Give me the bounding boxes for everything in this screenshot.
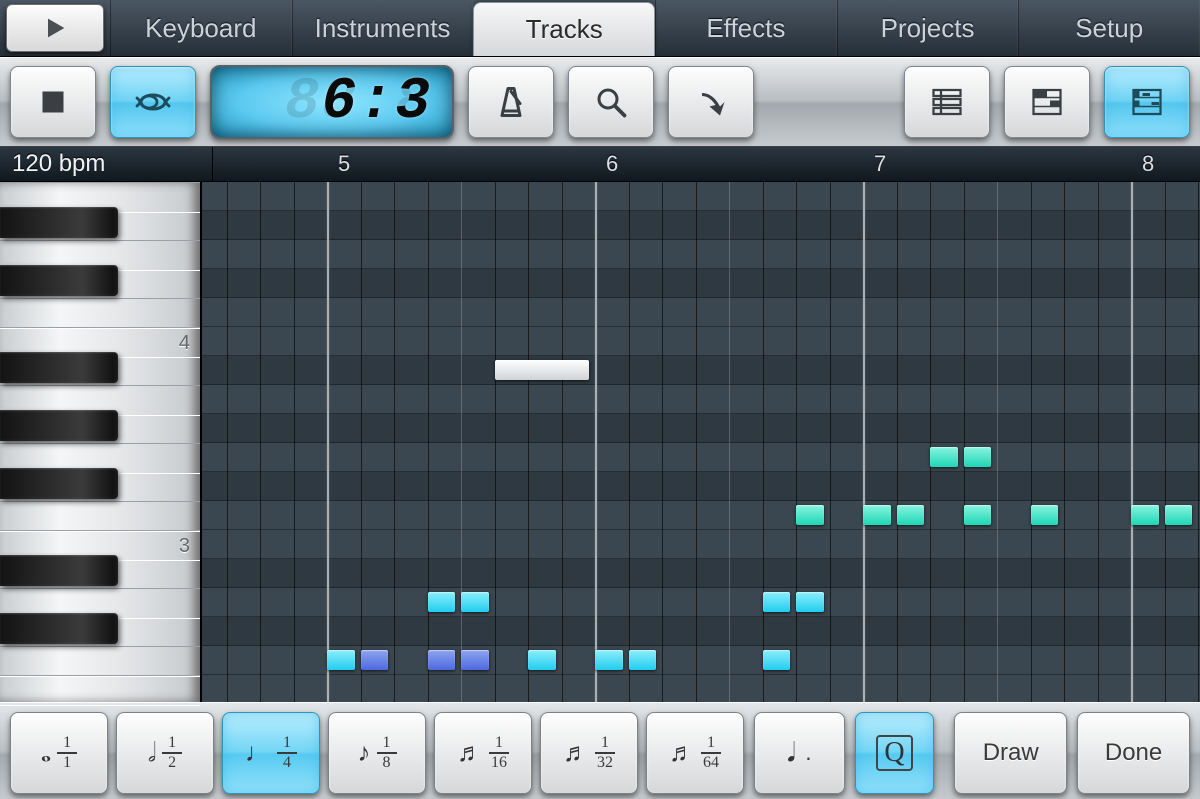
black-key[interactable] (0, 352, 118, 383)
quantize-button[interactable]: Q (855, 712, 935, 794)
white-key[interactable] (0, 298, 200, 329)
undo-button[interactable] (668, 66, 754, 138)
tab-setup[interactable]: Setup (1018, 0, 1200, 56)
midi-note[interactable] (763, 592, 791, 612)
bar-number: 7 (874, 151, 886, 177)
play-button[interactable] (6, 4, 104, 52)
stop-button[interactable] (10, 66, 96, 138)
midi-note[interactable] (1131, 505, 1159, 525)
midi-note[interactable] (595, 650, 623, 670)
midi-note[interactable] (461, 592, 489, 612)
note-length-2[interactable]: 𝅗𝅥12 (116, 712, 214, 794)
note-glyph-icon: ♩ (245, 738, 271, 768)
note-glyph-icon: ♬ (457, 738, 483, 768)
note-glyph-icon: ♬ (563, 738, 589, 768)
midi-note[interactable] (964, 505, 992, 525)
midi-note[interactable] (930, 447, 958, 467)
note-length-toolbar: 𝅝11𝅗𝅥12♩14♪18♬116♬132♬164 𝅘𝅥. Q Draw Don… (0, 702, 1200, 799)
octave-label: 4 (179, 332, 190, 355)
midi-note[interactable] (897, 505, 925, 525)
midi-note[interactable] (361, 650, 389, 670)
midi-note[interactable] (428, 592, 456, 612)
view-mode-1-button[interactable] (904, 66, 990, 138)
midi-note[interactable] (763, 650, 791, 670)
white-key[interactable] (0, 646, 200, 677)
midi-note[interactable] (863, 505, 891, 525)
note-glyph-icon: ♪ (358, 738, 371, 768)
white-key[interactable] (0, 501, 200, 532)
midi-note[interactable] (327, 650, 355, 670)
note-grid[interactable] (202, 182, 1200, 702)
black-key[interactable] (0, 265, 118, 296)
note-glyph-icon: 𝅝 (41, 738, 51, 769)
note-length-4[interactable]: ♩14 (222, 712, 320, 794)
note-glyph-icon: ♬ (669, 738, 695, 768)
tab-projects[interactable]: Projects (837, 0, 1019, 56)
zoom-button[interactable] (568, 66, 654, 138)
view-mode-2-button[interactable] (1004, 66, 1090, 138)
tab-tracks[interactable]: Tracks (473, 2, 655, 56)
midi-note[interactable] (1031, 505, 1059, 525)
note-length-32[interactable]: ♬132 (540, 712, 638, 794)
midi-note[interactable] (629, 650, 657, 670)
piano-keyboard[interactable]: 43 (0, 182, 202, 702)
loop-button[interactable] (110, 66, 196, 138)
midi-note[interactable] (964, 447, 992, 467)
magnifier-icon (593, 84, 629, 120)
bar-number: 8 (1142, 151, 1154, 177)
black-key[interactable] (0, 410, 118, 441)
note-length-64[interactable]: ♬164 (646, 712, 744, 794)
stop-icon (35, 84, 71, 120)
dotted-note-icon: 𝅘𝅥 (787, 738, 795, 769)
midi-note[interactable] (461, 650, 489, 670)
black-key[interactable] (0, 468, 118, 499)
list-view-icon (929, 84, 965, 120)
toolbar: 88:8 6:3 (0, 57, 1200, 147)
done-button[interactable]: Done (1077, 712, 1190, 794)
midi-note[interactable] (528, 650, 556, 670)
note-length-16[interactable]: ♬116 (434, 712, 532, 794)
draw-button[interactable]: Draw (954, 712, 1067, 794)
metronome-button[interactable] (468, 66, 554, 138)
loop-icon (135, 84, 171, 120)
position-display[interactable]: 88:8 6:3 (210, 65, 454, 139)
black-key[interactable] (0, 555, 118, 586)
midi-note[interactable] (428, 650, 456, 670)
pianoroll-view-icon (1129, 84, 1165, 120)
tempo-label[interactable]: 120 bpm (0, 147, 213, 181)
midi-note[interactable] (796, 505, 824, 525)
note-length-8[interactable]: ♪18 (328, 712, 426, 794)
timeline-ruler[interactable]: 5 6 7 8 (213, 147, 1200, 181)
view-mode-3-button[interactable] (1104, 66, 1190, 138)
black-key[interactable] (0, 207, 118, 238)
white-key[interactable] (0, 675, 200, 706)
note-length-1[interactable]: 𝅝11 (10, 712, 108, 794)
note-glyph-icon: 𝅗𝅥 (148, 738, 156, 769)
midi-note[interactable] (1165, 505, 1193, 525)
octave-label: 3 (179, 535, 190, 558)
lcd-value: 6:3 (322, 70, 432, 135)
bar-number: 6 (606, 151, 618, 177)
metronome-icon (493, 84, 529, 120)
midi-note[interactable] (495, 360, 590, 380)
undo-icon (693, 84, 729, 120)
midi-note[interactable] (796, 592, 824, 612)
tab-effects[interactable]: Effects (655, 0, 837, 56)
play-icon (41, 14, 69, 42)
tab-instruments[interactable]: Instruments (292, 0, 474, 56)
dotted-note-button[interactable]: 𝅘𝅥. (754, 712, 845, 794)
quantize-icon: Q (876, 735, 912, 771)
bar-number: 5 (338, 151, 350, 177)
tab-keyboard[interactable]: Keyboard (110, 0, 292, 56)
black-key[interactable] (0, 613, 118, 644)
clip-view-icon (1029, 84, 1065, 120)
